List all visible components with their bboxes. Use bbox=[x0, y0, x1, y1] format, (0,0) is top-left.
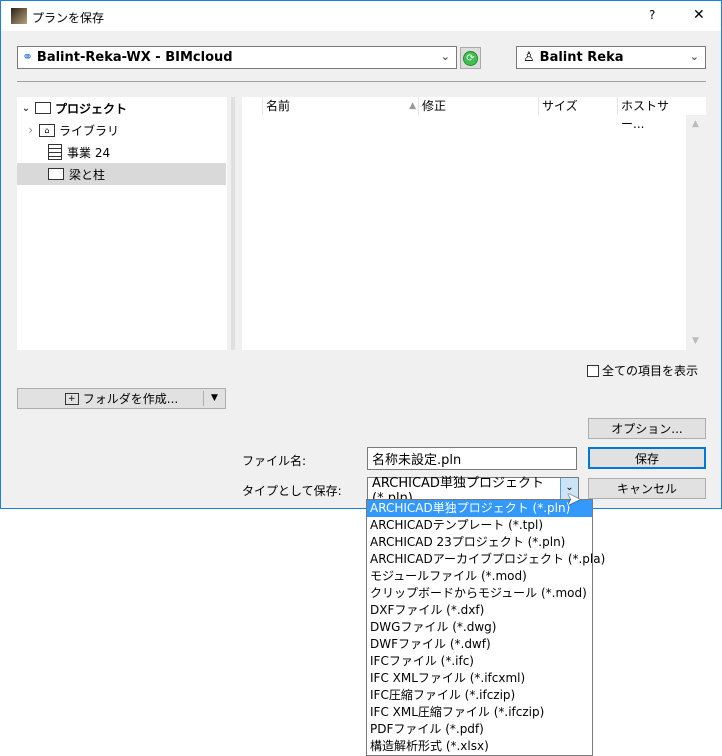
new-folder-icon: + bbox=[64, 392, 79, 405]
chevron-down-icon: ⌄ bbox=[440, 50, 450, 63]
options-button[interactable]: オプション... bbox=[588, 418, 706, 439]
file-type-option[interactable]: ARCHICADテンプレート (*.tpl) bbox=[367, 517, 592, 534]
scroll-down-icon[interactable]: ▼ bbox=[692, 336, 699, 346]
library-folder-icon: ⌂ bbox=[39, 123, 55, 137]
file-type-dropdown-list[interactable]: ARCHICAD単独プロジェクト (*.pln) ARCHICADテンプレート (… bbox=[366, 499, 605, 756]
save-plan-dialog: プランを保存 ? ✕ ⚭ Balint-Reka-WX - BIMcloud ⌄… bbox=[0, 0, 722, 509]
sync-icon: ⟳ bbox=[463, 50, 478, 66]
separator bbox=[17, 81, 706, 82]
new-folder-label: フォルダを作成... bbox=[82, 392, 179, 406]
filename-input[interactable]: 名称未設定.pln bbox=[367, 447, 577, 470]
file-type-select[interactable]: ARCHICAD単独プロジェクト (*.pln) ⌄ bbox=[367, 476, 579, 506]
title-bar: プランを保存 ? ✕ bbox=[1, 1, 721, 31]
bimcloud-icon: ⚭ bbox=[22, 50, 33, 65]
sort-asc-icon: ▲ bbox=[409, 101, 416, 111]
scroll-up-icon[interactable]: ▲ bbox=[692, 119, 699, 129]
tree-item-business[interactable]: 事業 24 bbox=[17, 141, 226, 163]
splitter[interactable] bbox=[231, 97, 235, 350]
column-label: サイズ bbox=[542, 99, 578, 113]
folder-icon bbox=[35, 102, 51, 114]
tree-item-library[interactable]: › ⌂ ライブラリ bbox=[17, 119, 226, 141]
folder-icon bbox=[48, 168, 64, 180]
tree-item-label: 事業 24 bbox=[67, 145, 111, 160]
dropdown-arrow-icon[interactable]: ▼ bbox=[203, 391, 225, 406]
filename-label: ファイル名: bbox=[242, 454, 307, 468]
chevron-down-icon: ⌄ bbox=[689, 50, 699, 63]
expand-icon[interactable]: › bbox=[17, 123, 39, 137]
save-label: 保存 bbox=[634, 451, 659, 466]
file-type-option[interactable]: クリップボードからモジュール (*.mod) bbox=[367, 585, 592, 602]
file-type-option[interactable]: ARCHICADアーカイブプロジェクト (*.pla) bbox=[367, 551, 605, 568]
type-label: タイプとして保存: bbox=[242, 484, 342, 498]
window-title: プランを保存 bbox=[32, 11, 105, 25]
file-type-option[interactable]: DXFファイル (*.dxf) bbox=[367, 602, 592, 619]
help-button[interactable]: ? bbox=[649, 8, 655, 22]
filename-value: 名称未設定.pln bbox=[372, 453, 462, 468]
file-type-option[interactable]: IFC圧縮ファイル (*.ifczip) bbox=[367, 687, 592, 704]
file-type-option[interactable]: モジュールファイル (*.mod) bbox=[367, 568, 592, 585]
file-list[interactable]: 名前 ▲ 修正 サイズ ホストサー... ▲ ▼ bbox=[242, 97, 706, 350]
tree-item-project[interactable]: ⌄ プロジェクト bbox=[17, 97, 226, 119]
checkbox-icon[interactable] bbox=[587, 364, 599, 377]
sync-button[interactable]: ⟳ bbox=[460, 47, 481, 69]
column-label: ホストサー... bbox=[621, 99, 670, 131]
show-all-label: 全ての項目を表示 bbox=[602, 364, 699, 378]
mouse-cursor-icon: ➤ bbox=[566, 489, 582, 510]
user-select[interactable]: ♙ Balint Reka ⌄ bbox=[516, 46, 706, 69]
folder-tree[interactable]: ⌄ プロジェクト › ⌂ ライブラリ 事業 24 梁と柱 bbox=[17, 97, 227, 350]
options-label: オプション... bbox=[611, 422, 683, 436]
file-type-option[interactable]: PDFファイル (*.pdf) bbox=[367, 721, 592, 738]
tree-item-beams-columns[interactable]: 梁と柱 bbox=[17, 163, 226, 185]
file-type-option[interactable]: IFC XML圧縮ファイル (*.ifczip) bbox=[367, 704, 592, 721]
column-name[interactable]: 名前 ▲ bbox=[263, 97, 419, 115]
column-host[interactable]: ホストサー... bbox=[618, 97, 686, 131]
tree-item-label: プロジェクト bbox=[55, 101, 128, 116]
expand-icon[interactable]: ⌄ bbox=[17, 103, 35, 114]
server-value: Balint-Reka-WX - BIMcloud bbox=[36, 50, 233, 65]
cancel-button[interactable]: キャンセル bbox=[588, 478, 706, 499]
file-type-option[interactable]: ARCHICAD 23プロジェクト (*.pln) bbox=[367, 534, 592, 551]
new-folder-button[interactable]: + フォルダを作成... ▼ bbox=[17, 388, 226, 409]
column-size[interactable]: サイズ bbox=[539, 97, 618, 115]
close-button[interactable]: ✕ bbox=[693, 7, 705, 23]
file-type-option[interactable]: DWFファイル (*.dwf) bbox=[367, 636, 592, 653]
building-icon bbox=[48, 144, 62, 160]
column-label: 修正 bbox=[422, 99, 447, 113]
app-icon bbox=[11, 8, 27, 24]
file-type-option[interactable]: IFC XMLファイル (*.ifcxml) bbox=[367, 670, 592, 687]
file-type-option[interactable]: ARCHICAD単独プロジェクト (*.pln) bbox=[367, 500, 592, 517]
user-icon: ♙ bbox=[523, 50, 535, 65]
file-type-option[interactable]: 構造解析形式 (*.xlsx) bbox=[367, 738, 592, 755]
scrollbar[interactable]: ▲ ▼ bbox=[686, 115, 706, 350]
icon-column bbox=[242, 97, 263, 115]
user-value: Balint Reka bbox=[539, 50, 624, 65]
tree-item-label: ライブラリ bbox=[59, 123, 120, 138]
column-modified[interactable]: 修正 bbox=[419, 97, 539, 115]
save-button[interactable]: 保存 bbox=[588, 447, 706, 469]
file-type-option[interactable]: IFCファイル (*.ifc) bbox=[367, 653, 592, 670]
cancel-label: キャンセル bbox=[616, 482, 677, 496]
tree-item-label: 梁と柱 bbox=[69, 167, 106, 182]
server-select[interactable]: ⚭ Balint-Reka-WX - BIMcloud ⌄ bbox=[17, 46, 457, 69]
column-label: 名前 bbox=[266, 99, 291, 113]
show-all-checkbox[interactable]: 全ての項目を表示 bbox=[587, 362, 698, 379]
file-type-option[interactable]: DWGファイル (*.dwg) bbox=[367, 619, 592, 636]
